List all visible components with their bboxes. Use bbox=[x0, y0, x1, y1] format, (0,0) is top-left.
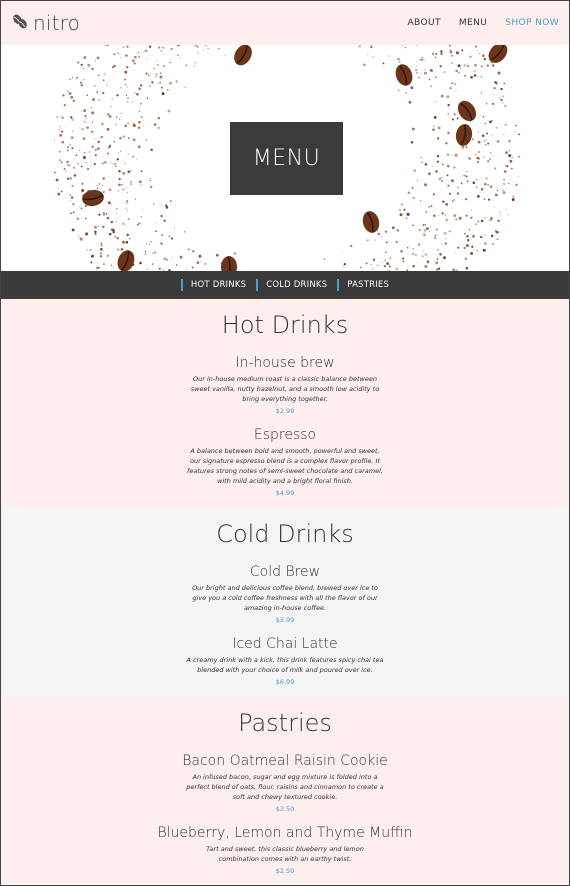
item-name: Espresso bbox=[253, 427, 317, 443]
menu-item: Cold Brew Our bright and delicious coffe… bbox=[1, 564, 569, 624]
section-title: Pastries bbox=[238, 709, 332, 737]
item-description: Tart and sweet, this classic blueberry a… bbox=[206, 845, 364, 863]
coffee-bean-icon bbox=[221, 256, 237, 271]
coffee-beans-icon bbox=[11, 12, 29, 34]
menu-item: Bacon Oatmeal Raisin Cookie An infused b… bbox=[1, 753, 569, 813]
subnav-label: HOT DRINKS bbox=[190, 280, 247, 290]
menu-item: In-house brew Our in-house medium roast … bbox=[1, 355, 569, 415]
subnav-hot-drinks[interactable]: HOT DRINKS bbox=[180, 279, 247, 291]
hero-banner: MENU bbox=[1, 45, 569, 271]
item-description: Our bright and delicious coffee blend, b… bbox=[192, 584, 378, 612]
item-price: $2.99 bbox=[275, 407, 295, 415]
subnav-divider bbox=[337, 279, 340, 291]
subnav-label: PASTRIES bbox=[347, 280, 390, 290]
coffee-bean-icon bbox=[395, 64, 413, 86]
coffee-bean-icon bbox=[82, 189, 104, 207]
main-nav: ABOUT MENU SHOP NOW bbox=[408, 18, 560, 28]
item-price: $6.99 bbox=[275, 678, 295, 686]
item-price: $3.99 bbox=[275, 616, 295, 624]
coffee-bean-icon bbox=[457, 100, 477, 122]
brand-name: nitro bbox=[33, 11, 81, 35]
menu-item: Espresso A balance between bold and smoo… bbox=[1, 427, 569, 497]
item-description: An infused bacon, sugar and egg mixture … bbox=[186, 773, 384, 801]
item-price: $3.50 bbox=[275, 805, 295, 813]
nav-shop-now-link[interactable]: SHOP NOW bbox=[505, 18, 559, 28]
item-description: Our in-house medium roast is a classic b… bbox=[190, 375, 380, 403]
section-cold-drinks: Cold Drinks Cold Brew Our bright and del… bbox=[1, 508, 569, 697]
page: nitro ABOUT MENU SHOP NOW MENU HOT DRINK… bbox=[0, 0, 570, 886]
subnav-divider bbox=[256, 279, 259, 291]
item-price: $4.99 bbox=[275, 489, 295, 497]
item-name: Bacon Oatmeal Raisin Cookie bbox=[182, 753, 388, 769]
nav-menu-link[interactable]: MENU bbox=[459, 18, 487, 28]
coffee-bean-icon bbox=[362, 211, 380, 233]
subnav-divider bbox=[180, 279, 183, 291]
section-title: Hot Drinks bbox=[221, 311, 349, 339]
coffee-bean-icon bbox=[234, 45, 252, 66]
hero-title: MENU bbox=[252, 146, 321, 171]
subnav-pastries[interactable]: PASTRIES bbox=[337, 279, 389, 291]
menu-category-nav: HOT DRINKS COLD DRINKS PASTRIES bbox=[1, 271, 569, 299]
coffee-bean-icon bbox=[117, 250, 135, 271]
coffee-bean-icon bbox=[488, 45, 508, 63]
menu-item: Iced Chai Latte A creamy drink with a ki… bbox=[1, 636, 569, 686]
item-description: A balance between bold and smooth, power… bbox=[187, 447, 383, 485]
section-pastries: Pastries Bacon Oatmeal Raisin Cookie An … bbox=[1, 697, 569, 885]
subnav-cold-drinks[interactable]: COLD DRINKS bbox=[256, 279, 327, 291]
item-price: $2.50 bbox=[275, 867, 295, 875]
item-name: Blueberry, Lemon and Thyme Muffin bbox=[157, 825, 413, 841]
site-header: nitro ABOUT MENU SHOP NOW bbox=[1, 1, 569, 45]
item-name: Iced Chai Latte bbox=[232, 636, 338, 652]
coffee-bean-icon bbox=[455, 124, 473, 146]
item-name: In-house brew bbox=[235, 355, 335, 371]
section-hot-drinks: Hot Drinks In-house brew Our in-house me… bbox=[1, 299, 569, 508]
nav-about-link[interactable]: ABOUT bbox=[408, 18, 441, 28]
brand-logo[interactable]: nitro bbox=[11, 11, 80, 35]
item-name: Cold Brew bbox=[249, 564, 321, 580]
menu-item: Blueberry, Lemon and Thyme Muffin Tart a… bbox=[1, 825, 569, 875]
subnav-label: COLD DRINKS bbox=[266, 280, 328, 290]
item-description: A creamy drink with a kick, this drink f… bbox=[186, 656, 384, 674]
hero-title-box: MENU bbox=[230, 122, 343, 195]
section-title: Cold Drinks bbox=[216, 520, 354, 548]
